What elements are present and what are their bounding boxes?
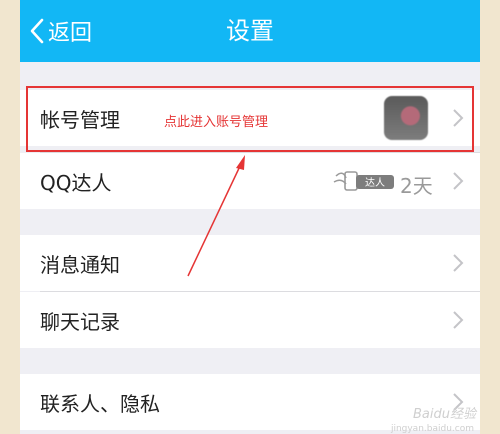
annotation-arrow xyxy=(187,155,245,277)
watermark: Baidu经验 xyxy=(413,407,476,422)
settings-screen: 返回 设置 帐号管理 QQ达人 消息通知 聊天记录 联系人、隐私 达人 2天 点… xyxy=(20,0,480,434)
watermark-sub: jingyan.baidu.com xyxy=(390,424,474,434)
